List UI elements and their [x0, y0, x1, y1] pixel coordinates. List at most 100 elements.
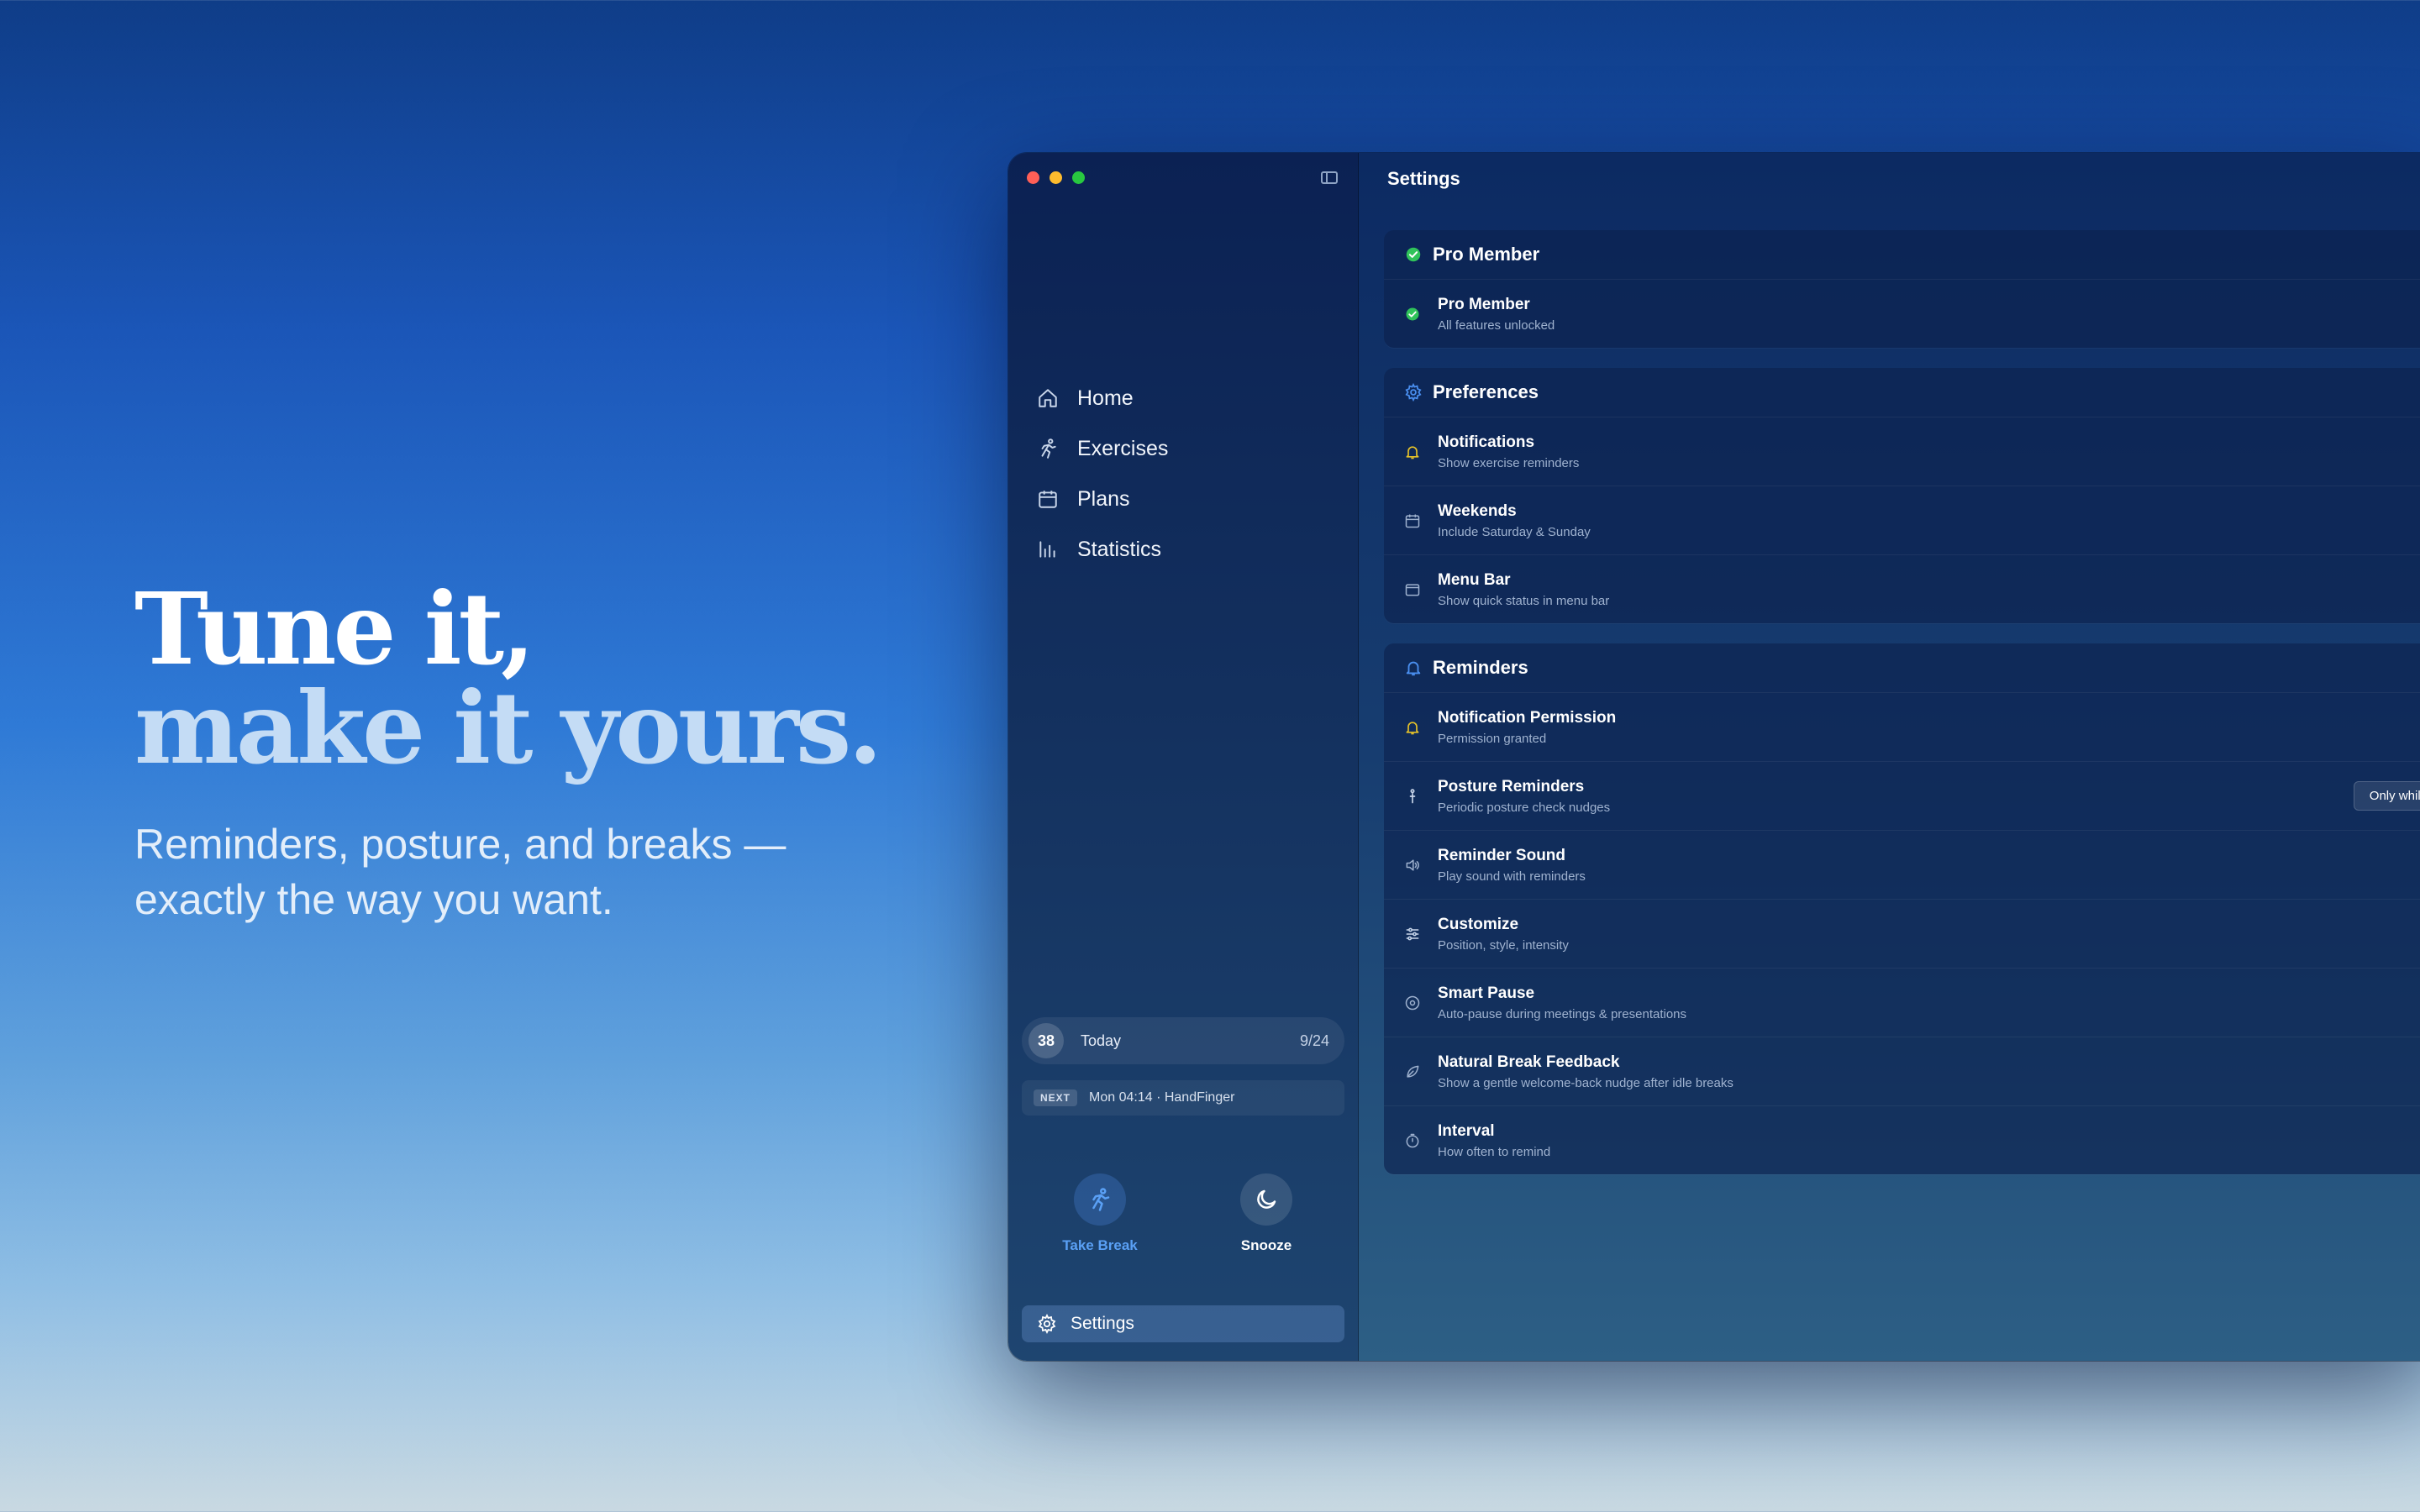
app-window: Home Exercises Plans Statistics 38 Today…	[1008, 153, 2420, 1361]
settings-row-interval[interactable]: Interval How often to remind	[1384, 1106, 2420, 1174]
group-reminders: Reminders Notification Permission Permis…	[1384, 643, 2420, 1174]
row-title: Notification Permission	[1438, 708, 1617, 727]
row-text: Notification Permission Permission grant…	[1438, 709, 1616, 746]
settings-row-notifications[interactable]: Notifications Show exercise reminders	[1384, 417, 2420, 486]
menubar-icon	[1405, 583, 1420, 596]
settings-row-menu-bar[interactable]: Menu Bar Show quick status in menu bar	[1384, 555, 2420, 623]
sidebar: Home Exercises Plans Statistics 38 Today…	[1008, 153, 1359, 1361]
settings-row-customize[interactable]: Customize Position, style, intensity	[1384, 900, 2420, 969]
today-progress-card[interactable]: 38 Today 9/24	[1022, 1017, 1344, 1064]
posture-icon	[1409, 788, 1416, 803]
group-preferences: Preferences Notifications Show exercise …	[1384, 368, 2420, 623]
row-title: Customize	[1438, 915, 1519, 933]
running-icon	[1092, 1188, 1110, 1211]
hero-title-line1: Tune it,	[134, 570, 535, 687]
row-subtitle: All features unlocked	[1438, 318, 1555, 333]
settings-row-smart-pause[interactable]: Smart Pause Auto-pause during meetings &…	[1384, 969, 2420, 1037]
sidebar-item-label: Home	[1077, 386, 1134, 410]
row-title: Posture Reminders	[1438, 777, 1585, 795]
gear-icon	[1038, 1314, 1056, 1334]
gear-icon	[1405, 383, 1422, 402]
row-text: Posture Reminders Periodic posture check…	[1438, 778, 1610, 815]
settings-row-notification-permission[interactable]: Notification Permission Permission grant…	[1384, 693, 2420, 762]
hero-title: Tune it, make it yours.	[134, 570, 882, 786]
home-icon	[1039, 389, 1057, 407]
row-title: Weekends	[1438, 501, 1517, 520]
row-subtitle: Permission granted	[1438, 731, 1547, 746]
sidebar-item-plans[interactable]: Plans	[1037, 474, 1341, 524]
row-title: Pro Member	[1438, 295, 1530, 313]
settings-row-posture-reminders[interactable]: Posture Reminders Periodic posture check…	[1384, 762, 2420, 831]
row-text: Weekends Include Saturday & Sunday	[1438, 502, 1591, 539]
calendar-icon	[1039, 491, 1057, 508]
check-circle-icon	[1406, 247, 1421, 262]
settings-label: Settings	[1071, 1314, 1134, 1333]
moon-icon	[1257, 1189, 1276, 1209]
pause-circle-icon	[1405, 995, 1420, 1010]
bar-chart-icon	[1039, 541, 1055, 558]
posture-mode-select[interactable]: Only while	[2353, 781, 2420, 811]
bell-icon	[1406, 661, 1421, 676]
leaf-icon	[1407, 1065, 1419, 1078]
settings-pane: Settings Pro Member Pro Member All featu…	[1359, 153, 2420, 1361]
take-break-button[interactable]: Take Break	[1054, 1173, 1146, 1254]
today-ratio: 9/24	[1299, 1032, 1329, 1049]
row-subtitle: Periodic posture check nudges	[1438, 800, 1611, 815]
snooze-button[interactable]: Snooze	[1220, 1173, 1313, 1254]
row-subtitle: Show quick status in menu bar	[1438, 593, 1610, 608]
settings-row-natural-break-feedback[interactable]: Natural Break Feedback Show a gentle wel…	[1384, 1037, 2420, 1106]
timer-icon	[1406, 1133, 1419, 1147]
row-text: Smart Pause Auto-pause during meetings &…	[1438, 984, 1686, 1021]
sidebar-item-home[interactable]: Home	[1037, 373, 1341, 423]
close-window-button[interactable]	[1027, 171, 1039, 184]
calendar-icon	[1405, 514, 1420, 528]
row-subtitle: Position, style, intensity	[1438, 937, 1569, 953]
check-circle-icon	[1406, 307, 1419, 320]
bell-icon	[1406, 721, 1419, 734]
running-icon	[1041, 438, 1056, 459]
sidebar-item-exercises[interactable]: Exercises	[1037, 423, 1341, 474]
row-title: Smart Pause	[1438, 984, 1535, 1002]
sidebar-item-label: Statistics	[1077, 537, 1162, 561]
row-title: Notifications	[1438, 433, 1535, 451]
sliders-icon	[1406, 927, 1419, 940]
hero: Tune it, make it yours. Reminders, postu…	[134, 570, 882, 927]
row-title: Interval	[1438, 1121, 1495, 1140]
row-subtitle: Show exercise reminders	[1438, 455, 1580, 470]
page-title: Settings	[1387, 168, 1460, 189]
sidebar-item-statistics[interactable]: Statistics	[1037, 524, 1341, 575]
next-exercise-text: Mon 04:14 · HandFinger	[1089, 1090, 1235, 1105]
group-header: Reminders	[1384, 643, 2420, 693]
row-subtitle: How often to remind	[1438, 1144, 1551, 1159]
today-count-badge: 38	[1028, 1023, 1064, 1058]
window-controls	[1027, 171, 1085, 184]
next-exercise-card[interactable]: NEXT Mon 04:14 · HandFinger	[1022, 1080, 1344, 1116]
hero-title-line2: make it yours.	[134, 669, 882, 786]
row-text: Pro Member All features unlocked	[1438, 296, 1555, 333]
settings-row-weekends[interactable]: Weekends Include Saturday & Sunday	[1384, 486, 2420, 555]
row-title: Menu Bar	[1438, 570, 1511, 589]
sidebar-item-label: Plans	[1077, 486, 1130, 511]
group-header: Preferences	[1384, 368, 2420, 417]
settings-row-reminder-sound[interactable]: Reminder Sound Play sound with reminders	[1384, 831, 2420, 900]
snooze-label: Snooze	[1240, 1237, 1292, 1253]
snooze-circle	[1240, 1173, 1292, 1226]
hero-subtitle: Reminders, posture, and breaks — exactly…	[134, 821, 786, 923]
sidebar-toggle-icon[interactable]	[1321, 171, 1338, 184]
row-text: Interval How often to remind	[1438, 1122, 1550, 1159]
today-label: Today	[1081, 1032, 1122, 1049]
next-badge: NEXT	[1034, 1089, 1078, 1106]
row-title: Reminder Sound	[1438, 846, 1566, 864]
sidebar-nav: Home Exercises Plans Statistics	[1037, 373, 1341, 575]
sidebar-item-settings[interactable]: Settings	[1022, 1305, 1344, 1342]
speaker-icon	[1406, 858, 1419, 871]
row-subtitle: Include Saturday & Sunday	[1438, 524, 1591, 539]
zoom-window-button[interactable]	[1072, 171, 1085, 184]
settings-row-pro-member[interactable]: Pro Member All features unlocked	[1384, 280, 2420, 348]
take-break-circle	[1074, 1173, 1126, 1226]
row-text: Reminder Sound Play sound with reminders	[1438, 847, 1586, 884]
minimize-window-button[interactable]	[1050, 171, 1062, 184]
group-header: Pro Member	[1384, 230, 2420, 280]
row-text: Natural Break Feedback Show a gentle wel…	[1438, 1053, 1733, 1090]
group-title: Pro Member	[1433, 244, 1540, 265]
